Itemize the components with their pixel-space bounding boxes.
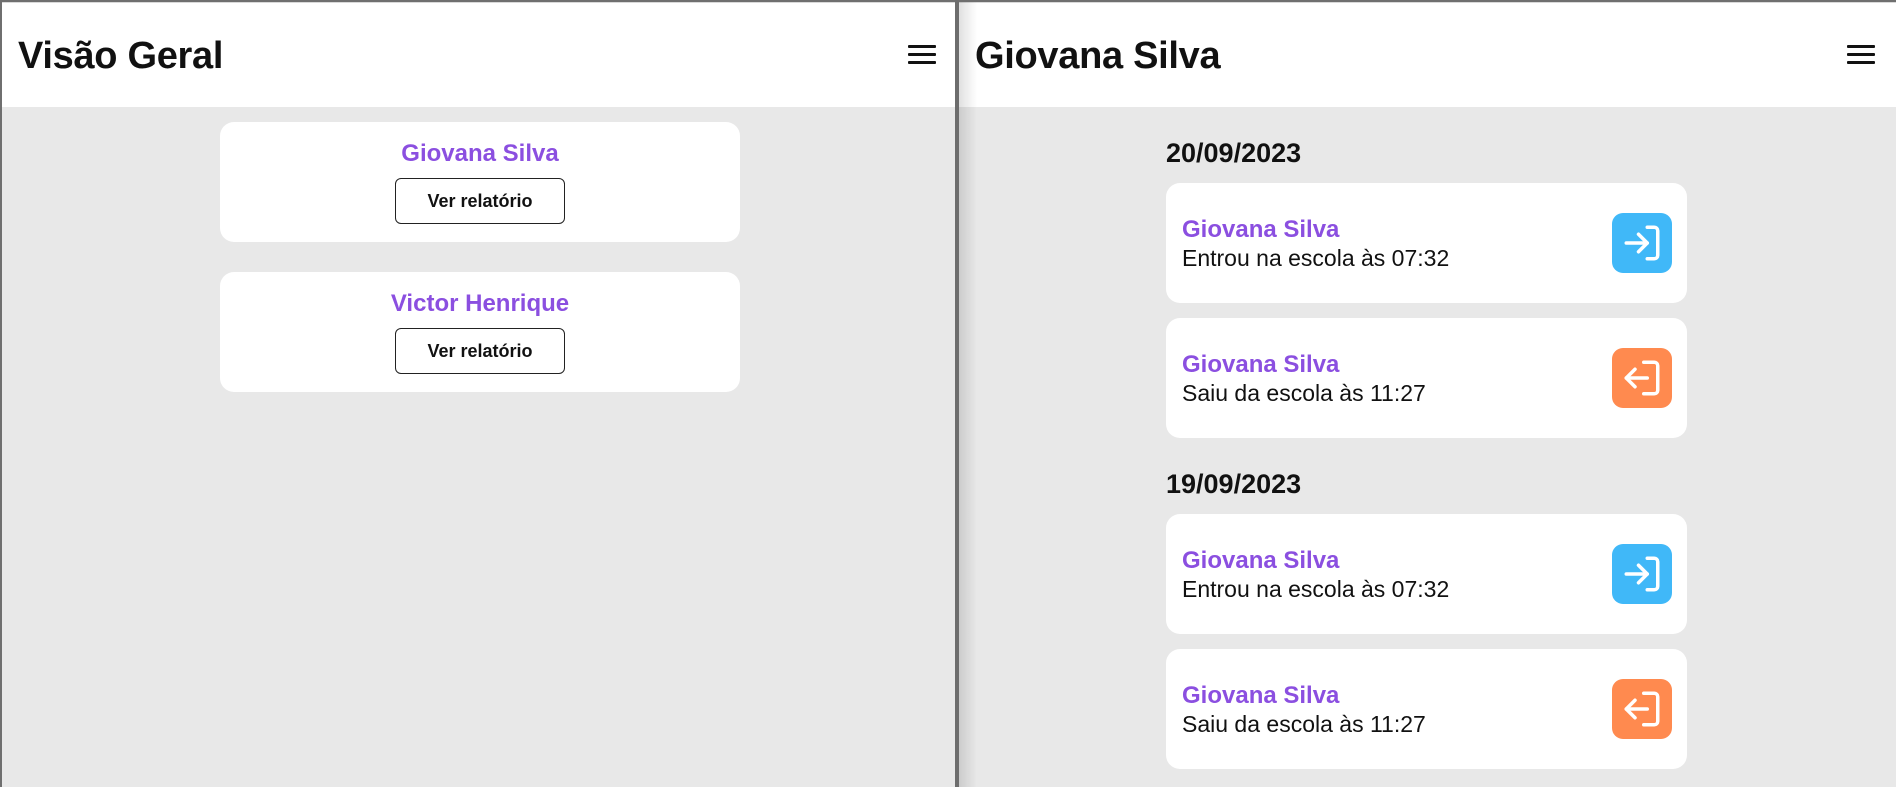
menu-line (1847, 53, 1875, 56)
login-arrow-icon (1612, 544, 1672, 604)
overview-header: Visão Geral (2, 2, 955, 107)
menu-line (908, 45, 936, 48)
event-student-name: Giovana Silva (1182, 682, 1340, 709)
event-description: Entrou na escola às 07:32 (1182, 245, 1450, 271)
event-student-name: Giovana Silva (1182, 216, 1340, 243)
view-report-button[interactable]: Ver relatório (395, 178, 565, 224)
logout-arrow-icon (1612, 348, 1672, 408)
panel-shadow (959, 2, 977, 787)
attendance-event-card: Giovana Silva Saiu da escola às 11:27 (1166, 318, 1687, 438)
menu-line (1847, 61, 1875, 64)
student-name: Giovana Silva (401, 140, 559, 167)
event-description: Saiu da escola às 11:27 (1182, 380, 1426, 406)
hamburger-menu-icon[interactable] (908, 45, 936, 65)
menu-line (1847, 45, 1875, 48)
student-report-screen: Giovana Silva 20/09/2023 Giovana Silva E… (959, 2, 1896, 787)
date-heading: 19/09/2023 (1166, 469, 1302, 499)
login-arrow-icon (1612, 213, 1672, 273)
event-student-name: Giovana Silva (1182, 547, 1340, 574)
event-student-name: Giovana Silva (1182, 351, 1340, 378)
attendance-event-card: Giovana Silva Entrou na escola às 07:32 (1166, 183, 1687, 303)
attendance-event-card: Giovana Silva Entrou na escola às 07:32 (1166, 514, 1687, 634)
date-heading: 20/09/2023 (1166, 138, 1302, 168)
page-title: Giovana Silva (975, 35, 1221, 77)
student-card: Giovana Silva Ver relatório (220, 122, 740, 242)
report-header: Giovana Silva (959, 2, 1896, 107)
event-description: Entrou na escola às 07:32 (1182, 576, 1450, 602)
page-title: Visão Geral (18, 35, 224, 77)
event-description: Saiu da escola às 11:27 (1182, 711, 1426, 737)
student-card: Victor Henrique Ver relatório (220, 272, 740, 392)
attendance-event-card: Giovana Silva Saiu da escola às 11:27 (1166, 649, 1687, 769)
view-report-button[interactable]: Ver relatório (395, 328, 565, 374)
overview-screen: Visão Geral Giovana Silva Ver relatório … (2, 2, 955, 787)
app-stage: Visão Geral Giovana Silva Ver relatório … (0, 0, 1896, 787)
menu-line (908, 61, 936, 64)
hamburger-menu-icon[interactable] (1847, 45, 1875, 65)
logout-arrow-icon (1612, 679, 1672, 739)
student-name: Victor Henrique (390, 290, 570, 317)
menu-line (908, 53, 936, 56)
